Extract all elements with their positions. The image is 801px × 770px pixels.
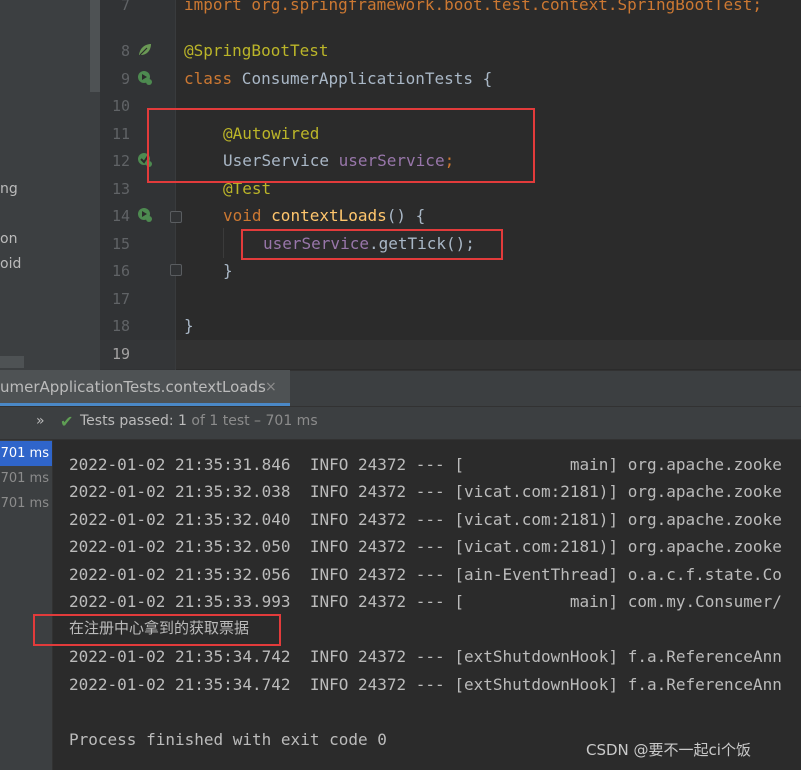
highlight-box-autowired [147,108,535,183]
fold-toggle[interactable] [170,264,182,276]
line-number: 11 [111,125,130,143]
project-horizontal-scrollbar[interactable] [0,356,24,368]
import-line: import org.springframework.boot.test.con… [184,0,762,14]
line-number: 7 [120,0,130,14]
spring-bean-icon[interactable] [137,42,153,58]
run-tab-label[interactable]: umerApplicationTests.contextLoads [0,378,266,396]
line-number: 14 [111,207,130,225]
log-line: 2022-01-02 21:35:31.846 INFO 24372 --- [… [69,455,782,474]
log-line: 2022-01-02 21:35:32.040 INFO 24372 --- [… [69,510,782,529]
log-line: 2022-01-02 21:35:33.993 INFO 24372 --- [… [69,592,782,611]
line-number: 16 [111,262,130,280]
fold-toggle[interactable] [170,211,182,223]
keyword: class [184,69,233,88]
line-number: 12 [111,152,130,170]
expand-toolbar-icon[interactable]: » [36,413,45,429]
closing-brace: } [184,316,194,335]
project-scrollbar[interactable] [90,0,100,92]
gutter-separator [175,0,176,370]
project-item[interactable]: on [0,231,17,247]
line-number: 19 [111,345,130,363]
class-declaration: class ConsumerApplicationTests { [184,66,492,92]
keyword: void [223,206,262,225]
process-finished-line: Process finished with exit code 0 [69,730,387,749]
run-test-icon[interactable] [137,70,153,86]
watermark: CSDN @要不一起ci个饭 [586,741,751,759]
test-tree-row[interactable]: 701 ms [0,491,52,516]
line-number: 17 [111,290,130,308]
tests-passed-count: 1 [178,413,187,429]
caret-row-highlight [176,340,801,369]
run-test-method-icon[interactable] [137,207,153,223]
log-line: 2022-01-02 21:35:32.050 INFO 24372 --- [… [69,537,782,556]
tests-passed-label: Tests passed: [80,413,179,429]
log-line: 2022-01-02 21:35:34.742 INFO 24372 --- [… [69,675,782,694]
test-tree-row[interactable]: 701 ms [0,441,52,466]
test-tree-row[interactable]: 701 ms [0,466,52,491]
check-icon: ✔ [60,412,74,431]
closing-brace: } [223,261,233,280]
test-status-text: Tests passed: 1 of 1 test – 701 ms [80,413,318,429]
line-number: 15 [111,235,130,253]
line-number: 10 [111,97,130,115]
method-params: () { [386,206,426,225]
line-number: 8 [120,42,130,60]
highlight-box-console-message [33,614,281,646]
close-tab-icon[interactable]: × [265,379,277,395]
project-item[interactable]: ng [0,181,18,197]
line-number: 18 [111,317,130,335]
log-line: 2022-01-02 21:35:32.038 INFO 24372 --- [… [69,482,782,501]
line-number: 9 [120,70,130,88]
project-item[interactable]: oid [0,256,21,272]
highlight-box-gettick [241,229,503,260]
line-number: 13 [111,180,130,198]
indent-guide [223,228,224,258]
log-line: 2022-01-02 21:35:32.056 INFO 24372 --- [… [69,565,782,584]
annotation-springboottest: @SpringBootTest [184,41,329,60]
tests-detail: of 1 test – 701 ms [186,413,318,429]
method-name: contextLoads [271,206,387,225]
log-line: 2022-01-02 21:35:34.742 INFO 24372 --- [… [69,647,782,666]
class-name: ConsumerApplicationTests { [232,69,493,88]
method-declaration: void contextLoads() { [223,203,425,229]
